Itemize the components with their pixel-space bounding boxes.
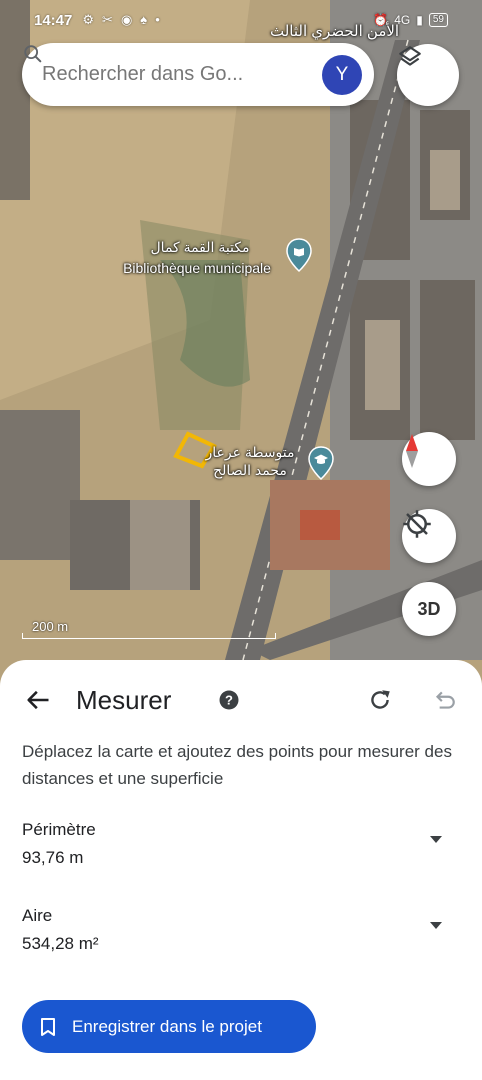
dot-icon: •: [155, 12, 160, 27]
perimeter-label: Périmètre: [22, 820, 96, 839]
sheet-header: Mesurer ?: [0, 682, 482, 718]
layers-button[interactable]: [397, 44, 459, 106]
location-off-icon: [403, 510, 431, 538]
map-view[interactable]: 14:47 ⚙ ✂ ◉ ♠ • ⏰ 4G ▮ 59 الأمن الحضري ا…: [0, 0, 482, 700]
app-icon: ✂: [102, 12, 113, 27]
poi-school-arabic-2[interactable]: محمد الصالح: [200, 462, 300, 479]
my-location-button[interactable]: [402, 509, 456, 563]
poi-school-arabic-1[interactable]: متوسطة عرعار: [200, 444, 300, 461]
compass-button[interactable]: [402, 432, 456, 486]
search-input[interactable]: Rechercher dans Go...: [42, 63, 322, 86]
area-row[interactable]: Aire 534,28 m²: [22, 906, 442, 954]
page-title: Mesurer: [76, 685, 172, 715]
save-to-project-button[interactable]: Enregistrer dans le projet: [22, 1000, 316, 1053]
measure-sheet: Mesurer ? Déplacez la carte et ajoutez d…: [0, 660, 482, 1080]
area-value: 534,28 m²: [22, 934, 99, 953]
search-bar[interactable]: Rechercher dans Go... Y: [22, 43, 374, 106]
battery-icon: 59: [428, 13, 448, 27]
perimeter-value: 93,76 m: [22, 848, 84, 867]
perimeter-dropdown-icon[interactable]: [430, 836, 442, 843]
help-icon[interactable]: ?: [219, 690, 239, 710]
compass-icon: [406, 434, 418, 468]
scale-label: 200 m: [32, 619, 69, 634]
perimeter-row[interactable]: Périmètre 93,76 m: [22, 820, 442, 868]
svg-text:?: ?: [225, 693, 233, 708]
undo-icon[interactable]: [431, 687, 457, 713]
refresh-icon[interactable]: [367, 687, 393, 713]
scale-bar-line: [22, 633, 276, 639]
notification-icons: ⚙ ✂ ◉ ♠ •: [82, 12, 159, 28]
status-time: 14:47: [34, 11, 73, 29]
library-pin-icon[interactable]: [286, 238, 312, 272]
map-label-police: الأمن الحضري الثالث: [270, 23, 400, 40]
settings-icon: ⚙: [82, 12, 95, 27]
snapchat-icon: ♠: [140, 12, 148, 27]
scale-bar: 200 m: [22, 619, 276, 639]
school-pin-icon[interactable]: [308, 446, 334, 480]
avatar[interactable]: Y: [322, 54, 362, 95]
instructions-text: Déplacez la carte et ajoutez des points …: [22, 742, 452, 788]
poi-library-arabic: مكتبة القمة كمال: [150, 239, 250, 255]
back-arrow-icon[interactable]: [24, 686, 52, 714]
area-label: Aire: [22, 906, 53, 925]
3d-button[interactable]: 3D: [402, 582, 456, 636]
area-dropdown-icon[interactable]: [430, 922, 442, 929]
status-bar: 14:47 ⚙ ✂ ◉ ♠ • ⏰ 4G ▮ 59: [0, 0, 482, 40]
bookmark-icon: [41, 1017, 55, 1036]
search-icon: [24, 45, 42, 63]
layers-icon: [399, 46, 421, 66]
messenger-icon: ◉: [120, 12, 133, 27]
poi-library-french[interactable]: Bibliothèque municipale: [112, 260, 282, 276]
save-button-label: Enregistrer dans le projet: [72, 1016, 262, 1036]
signal-icon: ▮: [416, 13, 423, 27]
